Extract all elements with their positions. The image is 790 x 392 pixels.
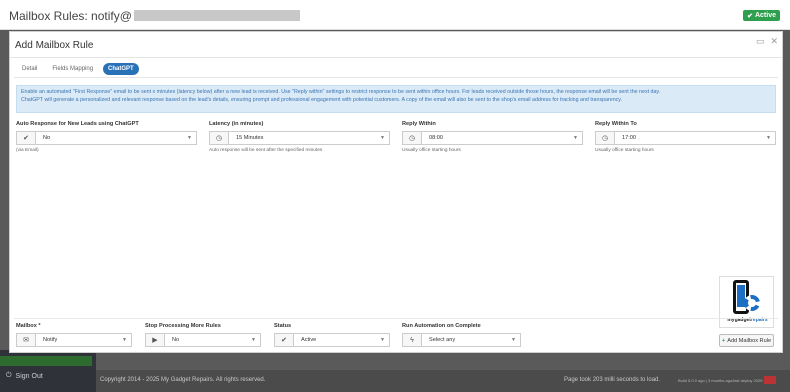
- tab-bar: Detail Fields Mapping ChatGPT: [17, 63, 139, 75]
- plus-icon: +: [721, 337, 726, 344]
- check-icon: ✔: [275, 334, 294, 346]
- modal-title: Add Mailbox Rule: [15, 40, 94, 51]
- add-mailbox-rule-label: Add Mailbox Rule: [727, 337, 772, 344]
- latency-field: Latency (in minutes) ◷ 15 Minutes ▼ Auto…: [209, 121, 390, 153]
- reply-within-label: Reply Within: [402, 121, 436, 127]
- close-icon[interactable]: ✕: [770, 36, 778, 47]
- tabs-divider: [14, 77, 778, 78]
- check-icon: ✔: [17, 132, 36, 144]
- sign-out-link[interactable]: ⏻ Sign Out: [6, 372, 43, 380]
- reply-within-to-select[interactable]: ◷ 17:00 ▼: [595, 131, 776, 145]
- reply-within-value: 08:00: [429, 135, 443, 141]
- latency-label: Latency (in minutes): [209, 121, 264, 127]
- reply-within-to-value: 17:00: [622, 135, 636, 141]
- reply-within-to-label: Reply Within To: [595, 121, 637, 127]
- auto-response-select[interactable]: ✔ No ▼: [16, 131, 197, 145]
- footer-badge: [764, 376, 776, 384]
- chevron-down-icon: ▼: [251, 337, 256, 343]
- status-field: Status ✔ Active ▼: [274, 323, 390, 347]
- alert-line-1: Enable an automated "First Response" ema…: [21, 89, 661, 95]
- mailbox-select[interactable]: ✉ Notify ▼: [16, 333, 132, 347]
- stop-processing-select[interactable]: ▶ No ▼: [145, 333, 261, 347]
- latency-help: Auto response will be sent after the spe…: [209, 148, 323, 153]
- status-value: Active: [301, 337, 317, 343]
- envelope-icon: ✉: [17, 334, 36, 346]
- maximize-icon[interactable]: ▭: [756, 36, 765, 47]
- chevron-down-icon: ▼: [573, 135, 578, 141]
- status-badge[interactable]: ✔ Active: [743, 10, 780, 21]
- outer-title-text: Mailbox Rules: notify@: [9, 9, 132, 23]
- reply-within-select[interactable]: ◷ 08:00 ▼: [402, 131, 583, 145]
- tab-chatgpt[interactable]: ChatGPT: [103, 63, 139, 75]
- outer-modal-header: Mailbox Rules: notify@ ✔ Active: [0, 0, 790, 30]
- reply-within-help: Usually office starting hours: [402, 148, 461, 153]
- run-automation-label: Run Automation on Complete: [402, 323, 481, 329]
- load-time-text: Page took 203 milli seconds to load.: [564, 377, 661, 383]
- chevron-down-icon: ▼: [511, 337, 516, 343]
- tab-fields-mapping[interactable]: Fields Mapping: [47, 63, 98, 75]
- build-text: Build 5.0.0 ago | 3 months ago/last depl…: [678, 378, 763, 383]
- footer-divider: [14, 318, 778, 319]
- clock-icon: ◷: [403, 132, 422, 144]
- sidebar-highlight: [0, 356, 92, 366]
- stop-processing-label: Stop Processing More Rules: [145, 323, 221, 329]
- auto-response-help: (via Email): [16, 148, 39, 153]
- run-automation-field: Run Automation on Complete ϟ Select any …: [402, 323, 521, 347]
- reply-within-field: Reply Within ◷ 08:00 ▼ Usually office st…: [402, 121, 583, 153]
- clock-icon: ◷: [596, 132, 615, 144]
- copyright-text: Copyright 2014 - 2025 My Gadget Repairs.…: [100, 377, 266, 383]
- auto-response-field: Auto Response for New Leads using ChatGP…: [16, 121, 197, 153]
- stop-processing-field: Stop Processing More Rules ▶ No ▼: [145, 323, 261, 347]
- chevron-down-icon: ▼: [187, 135, 192, 141]
- window-controls: ▭ ✕: [756, 36, 778, 47]
- check-icon: ✔: [747, 12, 753, 20]
- mailbox-value: Notify: [43, 337, 58, 343]
- add-mailbox-rule-button[interactable]: + Add Mailbox Rule: [719, 334, 774, 347]
- latency-value: 15 Minutes: [236, 135, 264, 141]
- brand-logo: mygadgetrepairs: [719, 276, 774, 328]
- chevron-down-icon: ▼: [766, 135, 771, 141]
- sign-out-icon: ⏻: [6, 372, 12, 379]
- latency-select[interactable]: ◷ 15 Minutes ▼: [209, 131, 390, 145]
- sign-out-label: Sign Out: [15, 372, 43, 380]
- reply-within-to-help: Usually office starting hours: [595, 148, 654, 153]
- clock-icon: ◷: [210, 132, 229, 144]
- chevron-down-icon: ▼: [380, 135, 385, 141]
- auto-response-label: Auto Response for New Leads using ChatGP…: [16, 121, 139, 127]
- info-alert: Enable an automated "First Response" ema…: [16, 85, 776, 113]
- modal-header: Add Mailbox Rule ▭ ✕: [10, 32, 782, 58]
- alert-line-2: ChatGPT will generate a personalized and…: [21, 97, 623, 103]
- chevron-down-icon: ▼: [122, 337, 127, 343]
- status-select[interactable]: ✔ Active ▼: [274, 333, 390, 347]
- stop-processing-value: No: [172, 337, 180, 343]
- run-automation-select[interactable]: ϟ Select any ▼: [402, 333, 521, 347]
- bolt-icon: ϟ: [403, 334, 422, 346]
- mailbox-label: Mailbox *: [16, 323, 41, 329]
- add-mailbox-rule-modal: Add Mailbox Rule ▭ ✕ Detail Fields Mappi…: [9, 31, 783, 353]
- gear-icon: [744, 295, 760, 311]
- reply-within-to-field: Reply Within To ◷ 17:00 ▼ Usually office…: [595, 121, 776, 153]
- page-footer: Copyright 2014 - 2025 My Gadget Repairs.…: [96, 370, 790, 392]
- status-badge-label: Active: [754, 12, 776, 19]
- run-automation-value: Select any: [429, 337, 456, 343]
- play-icon: ▶: [146, 334, 165, 346]
- tab-detail[interactable]: Detail: [17, 63, 42, 75]
- chevron-down-icon: ▼: [380, 337, 385, 343]
- outer-modal-title: Mailbox Rules: notify@: [9, 9, 300, 23]
- status-label: Status: [274, 323, 292, 329]
- mailbox-field: Mailbox * ✉ Notify ▼: [16, 323, 132, 347]
- redacted-email: [133, 10, 300, 21]
- auto-response-value: No: [43, 135, 51, 141]
